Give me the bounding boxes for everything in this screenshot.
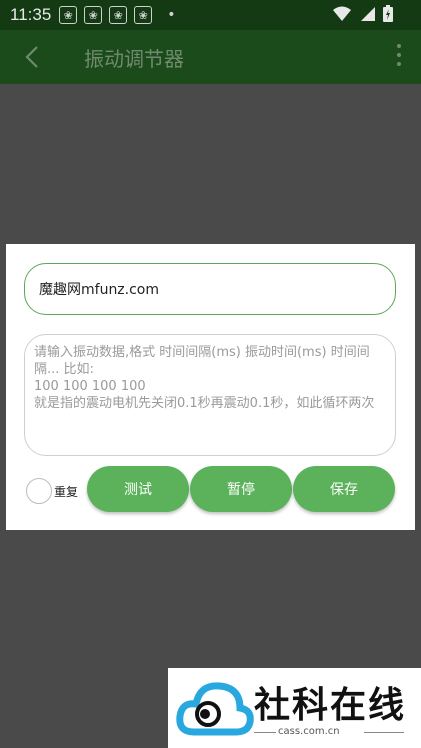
- battery-icon: [383, 5, 393, 22]
- repeat-label: 重复: [54, 484, 79, 499]
- app-toolbar: 振动调节器: [0, 30, 421, 84]
- status-icons: [333, 5, 393, 22]
- back-button[interactable]: [18, 43, 46, 71]
- test-button[interactable]: 测试: [87, 466, 189, 512]
- page-title: 振动调节器: [84, 46, 184, 71]
- watermark-divider: [254, 732, 276, 733]
- paw-icon: ❀: [59, 6, 78, 24]
- vibration-data-input[interactable]: 请输入振动数据,格式 时间间隔(ms) 振动时间(ms) 时间间隔... 比如:…: [24, 334, 396, 456]
- watermark-divider: [364, 732, 404, 733]
- paw-icon: ❀: [109, 6, 128, 24]
- signal-icon: [361, 6, 375, 21]
- name-input[interactable]: 魔趣网mfunz.com: [24, 263, 396, 315]
- paw-icon: ❀: [84, 6, 103, 24]
- status-time: 11:35: [10, 5, 52, 24]
- repeat-checkbox[interactable]: 重复: [26, 478, 78, 504]
- vibration-dialog: 魔趣网mfunz.com 请输入振动数据,格式 时间间隔(ms) 振动时间(ms…: [6, 244, 415, 530]
- watermark: 社科在线 cass.com.cn: [168, 668, 421, 748]
- cloud-eye-logo-icon: [176, 682, 254, 736]
- watermark-text: 社科在线: [254, 685, 407, 726]
- back-arrow-icon: [25, 46, 38, 68]
- overflow-menu-icon[interactable]: [397, 44, 401, 66]
- status-bar: 11:35 ❀ ❀ ❀ ❀ •: [0, 0, 421, 30]
- paw-icon: ❀: [134, 6, 153, 24]
- notification-dot: •: [167, 7, 176, 23]
- pause-button[interactable]: 暂停: [190, 466, 292, 512]
- watermark-url: cass.com.cn: [278, 726, 340, 737]
- wifi-icon: [333, 6, 351, 21]
- repeat-checkbox-circle[interactable]: [26, 478, 52, 504]
- save-button[interactable]: 保存: [293, 466, 395, 512]
